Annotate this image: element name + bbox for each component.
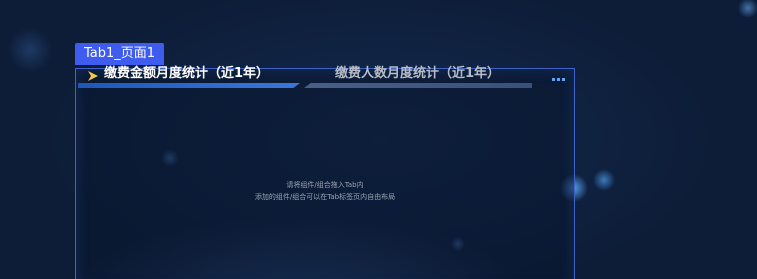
arrow-icon — [88, 71, 98, 81]
tab-label: 缴费人数月度统计（近1年） — [335, 66, 501, 81]
tab-container: 缴费金额月度统计（近1年） 缴费人数月度统计（近1年） 请将组件/组合拖入Tab… — [75, 66, 575, 279]
tab-header: 缴费金额月度统计（近1年） 缴费人数月度统计（近1年） — [76, 66, 574, 89]
tab-inactive-indicator — [304, 83, 532, 88]
tab-payment-amount[interactable]: 缴费金额月度统计（近1年） — [76, 66, 302, 89]
tab-payer-count[interactable]: 缴费人数月度统计（近1年） — [304, 66, 534, 89]
placeholder-line-2: 添加的组件/组合可以在Tab标签页内自由布局 — [254, 193, 396, 201]
tab-active-indicator — [78, 83, 300, 88]
page-tab[interactable]: Tab1_页面1 — [75, 43, 164, 65]
placeholder-line-1: 请将组件/组合拖入Tab内 — [286, 181, 364, 189]
dots-icon — [552, 78, 565, 81]
empty-tab-placeholder: 请将组件/组合拖入Tab内 添加的组件/组合可以在Tab标签页内自由布局 — [76, 179, 574, 203]
page-tab-label: Tab1_页面1 — [83, 46, 156, 61]
tab-label: 缴费金额月度统计（近1年） — [104, 66, 270, 81]
